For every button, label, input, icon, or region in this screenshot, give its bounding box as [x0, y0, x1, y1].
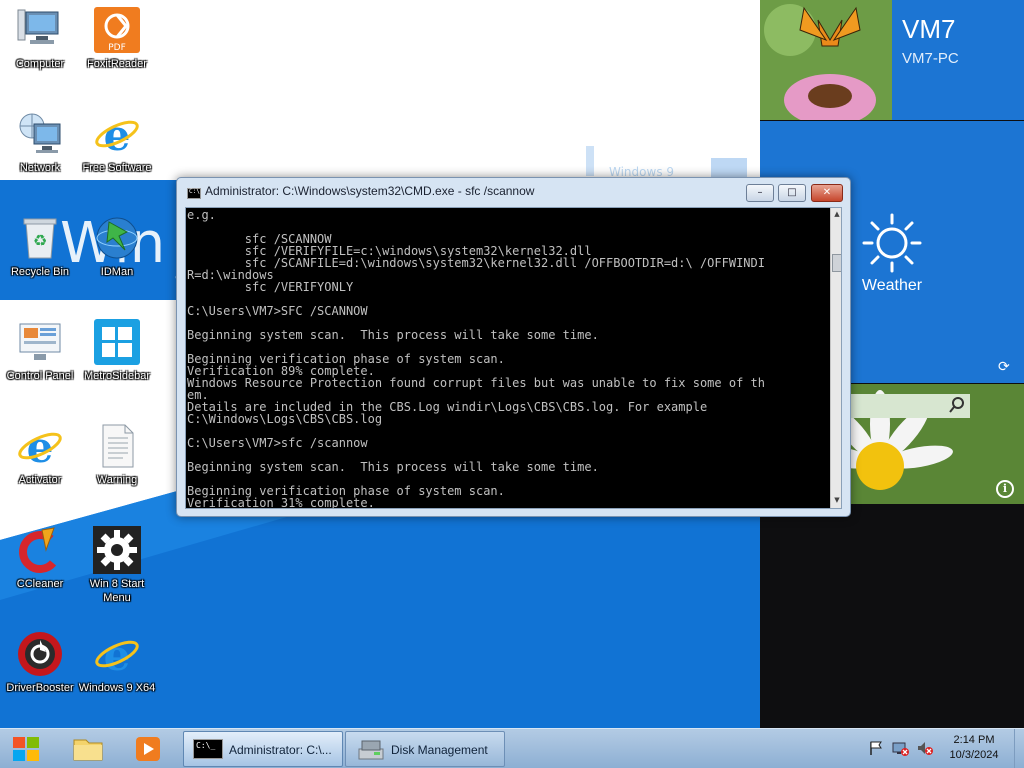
user-picture	[760, 0, 892, 120]
desktop-icon-network[interactable]: Network	[1, 110, 79, 175]
start-button[interactable]	[4, 732, 48, 766]
cmd-task-icon-text: C:\_	[196, 741, 216, 750]
user-name: VM7	[902, 14, 956, 44]
minimize-button[interactable]: –	[746, 184, 774, 202]
desktop-icon-label: IDMan	[100, 266, 134, 278]
cmd-output-line: e.g.	[187, 208, 216, 222]
text-file-icon	[93, 422, 141, 470]
clock-date: 10/3/2024	[949, 749, 999, 761]
pdf-reader-icon: PDF	[93, 6, 141, 54]
control-panel-icon	[16, 318, 64, 366]
windows-logo-icon	[13, 737, 39, 761]
desktop-icon-label: Windows 9 X64	[78, 682, 156, 694]
show-desktop-button[interactable]	[1014, 729, 1024, 768]
scroll-up-arrow[interactable]: ▲	[831, 208, 841, 221]
computer-name: VM7-PC	[902, 50, 959, 67]
desktop-icon-driverbooster[interactable]: DriverBooster	[1, 630, 79, 695]
svg-text:e: e	[104, 631, 131, 678]
cmd-output-line: Beginning system scan. This process will…	[187, 328, 599, 342]
desktop-icon-label: Activator	[18, 474, 62, 486]
sun-icon	[860, 211, 924, 275]
media-player-button[interactable]	[126, 732, 170, 766]
desktop-icon-computer[interactable]: Computer	[1, 6, 79, 71]
cmd-output-line: Verification 31% complete.	[187, 496, 375, 508]
search-icon[interactable]	[948, 396, 966, 414]
network-status-icon[interactable]	[892, 740, 909, 756]
scroll-down-arrow[interactable]: ▼	[831, 494, 841, 507]
desktop-icon-label: CCleaner	[16, 578, 64, 590]
desktop-icon-label: FoxitReader	[87, 58, 147, 70]
desktop-icon-win8-start-menu[interactable]: Win 8 Start Menu	[78, 526, 156, 605]
volume-muted-icon[interactable]	[916, 740, 933, 756]
cmd-output: e.g. sfc /SCANNOW sfc /VERIFYFILE=c:\win…	[186, 208, 830, 508]
desktop-icon-warning[interactable]: Warning	[78, 422, 156, 487]
desktop-icon-recycle-bin[interactable]: ♻ Recycle Bin	[1, 214, 79, 279]
file-explorer-icon	[73, 739, 103, 761]
cmd-output-line: C:\Windows\Logs\CBS\CBS.log	[187, 412, 383, 426]
desktop-icon-label: Network	[19, 162, 61, 174]
svg-text:♻: ♻	[33, 231, 47, 250]
scroll-thumb[interactable]	[832, 254, 841, 272]
desktop-icon-control-panel[interactable]: Control Panel	[1, 318, 79, 383]
disk-management-icon	[356, 737, 386, 763]
internet-explorer-icon: e	[16, 422, 64, 472]
desktop-icon-label: Warning	[96, 474, 138, 486]
internet-explorer-icon: e	[93, 630, 141, 680]
taskbar-item-label: Administrator: C:\...	[229, 743, 332, 757]
desktop-icon-ccleaner[interactable]: CCleaner	[1, 526, 79, 591]
desktop-icon-label: DriverBooster	[6, 682, 74, 694]
cmd-window-title: Administrator: C:\Windows\system32\CMD.e…	[205, 184, 535, 198]
media-player-icon	[136, 737, 160, 761]
clock[interactable]: 2:14 PM 10/3/2024	[940, 733, 1008, 763]
computer-icon	[16, 6, 64, 54]
taskbar-item-disk-management[interactable]: Disk Management	[345, 731, 505, 767]
taskbar: C:\_ Administrator: C:\... Disk Manageme…	[0, 728, 1024, 768]
desktop-icon-label: Computer	[15, 58, 65, 70]
metro-sidebar-icon	[93, 318, 141, 366]
desktop-icon-label: MetroSidebar	[83, 370, 151, 382]
cmd-title-icon-text: C:\	[189, 188, 200, 195]
cmd-output-line: sfc /VERIFYONLY	[187, 280, 354, 294]
vertical-scrollbar[interactable]: ▲ ▼	[830, 208, 841, 508]
close-button[interactable]: ✕	[811, 184, 843, 202]
desktop-icon-label: Win 8 Start Menu	[89, 578, 145, 604]
command-prompt-icon: C:\_	[193, 739, 223, 759]
info-icon[interactable]: i	[996, 480, 1014, 498]
maximize-button[interactable]: □	[778, 184, 806, 202]
pdf-badge: PDF	[108, 43, 126, 53]
clock-time: 2:14 PM	[953, 734, 995, 746]
recycle-bin-icon: ♻	[16, 214, 64, 262]
cmd-title-icon: C:\	[187, 188, 201, 199]
svg-text:e: e	[104, 111, 131, 158]
network-icon	[16, 110, 64, 158]
desktop-icon-label: Control Panel	[6, 370, 74, 382]
desktop-icon-idman[interactable]: IDMan	[78, 214, 156, 279]
user-tile[interactable]: VM7 VM7-PC	[760, 0, 1024, 120]
driver-booster-icon	[16, 630, 64, 678]
cmd-output-line: C:\Users\VM7>SFC /SCANNOW	[187, 304, 368, 318]
cmd-output-line: C:\Users\VM7>sfc /scannow	[187, 436, 368, 450]
cmd-output-line: sfc /SCANFILE=d:\windows\system32\kernel…	[187, 256, 765, 270]
svg-text:e: e	[27, 423, 54, 470]
refresh-icon[interactable]: ⟳	[998, 359, 1010, 375]
desktop-icon-label: Recycle Bin	[10, 266, 70, 278]
cmd-output-line: Beginning system scan. This process will…	[187, 460, 599, 474]
download-manager-icon	[93, 214, 141, 262]
internet-explorer-icon: e	[93, 110, 141, 160]
desktop-icon-free-software[interactable]: e Free Software	[78, 110, 156, 175]
cmd-console[interactable]: e.g. sfc /SCANNOW sfc /VERIFYFILE=c:\win…	[185, 207, 842, 509]
taskbar-item-label: Disk Management	[391, 743, 488, 757]
taskbar-item-cmd[interactable]: C:\_ Administrator: C:\...	[183, 731, 343, 767]
gear-icon	[93, 526, 141, 574]
file-explorer-button[interactable]	[66, 732, 110, 766]
cmd-output-line: Windows Resource Protection found corrup…	[187, 376, 765, 390]
desktop-icon-activator[interactable]: e Activator	[1, 422, 79, 487]
action-center-flag-icon[interactable]	[868, 740, 884, 756]
cmd-window[interactable]: C:\ Administrator: C:\Windows\system32\C…	[176, 177, 851, 517]
desktop-icon-label: Free Software	[82, 162, 152, 174]
desktop-icon-foxitreader[interactable]: PDF FoxitReader	[78, 6, 156, 71]
desktop-icon-metrosidebar[interactable]: MetroSidebar	[78, 318, 156, 383]
ccleaner-icon	[16, 526, 64, 574]
desktop-icon-windows9-x64[interactable]: e Windows 9 X64	[78, 630, 156, 695]
